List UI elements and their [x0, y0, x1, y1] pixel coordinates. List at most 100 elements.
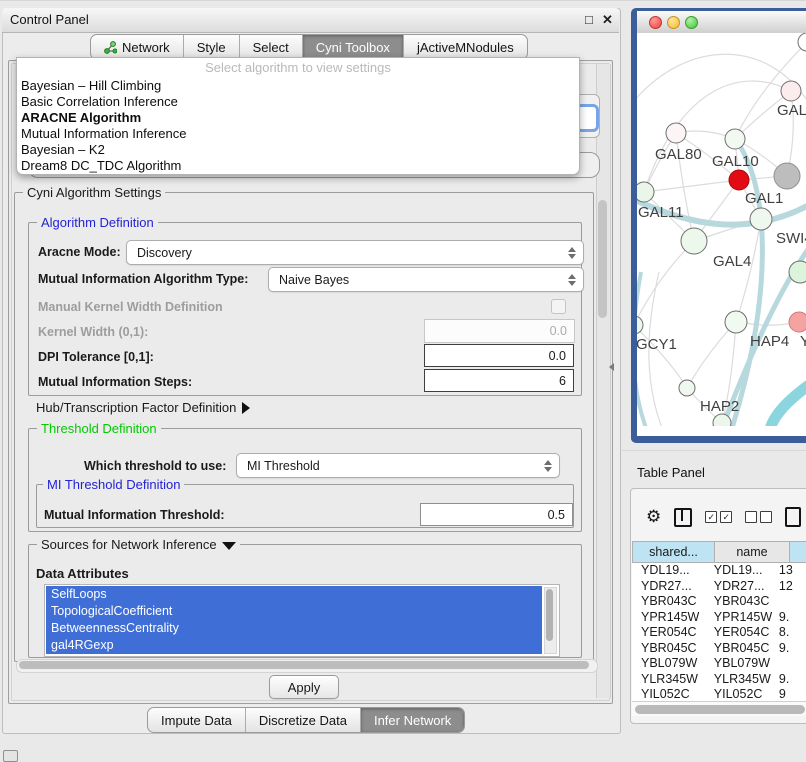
network-node-label: GCY1	[637, 336, 677, 353]
column-header-cut[interactable]	[790, 541, 806, 563]
network-canvas: GALGAL80GAL10GAL1GAL11SWI4GAL4GCY1HAP4YH…	[637, 33, 806, 426]
table-row[interactable]: YBR045CYBR045C9.	[632, 641, 806, 657]
table-cell: YDR27...	[632, 579, 705, 595]
data-attributes-label: Data Attributes	[36, 566, 129, 581]
network-node[interactable]	[679, 380, 695, 396]
dropdown-item-selected[interactable]: ARACNE Algorithm	[17, 110, 579, 126]
network-node-label: GAL11	[638, 204, 684, 221]
network-window-titlebar[interactable]	[637, 11, 806, 34]
column-header-name[interactable]: name	[715, 541, 790, 563]
dropdown-item[interactable]: Basic Correlation Inference	[17, 94, 579, 110]
columns-icon[interactable]	[674, 508, 692, 527]
splitter-collapse-arrow[interactable]	[609, 363, 614, 371]
bottom-tabbar: Impute Data Discretize Data Infer Networ…	[147, 707, 465, 733]
table-row[interactable]: YBR043CYBR043C	[632, 594, 806, 610]
dropdown-item[interactable]: Bayesian – Hill Climbing	[17, 78, 579, 94]
network-node[interactable]	[725, 311, 747, 333]
apply-button[interactable]: Apply	[269, 675, 339, 699]
table-row[interactable]: YER054CYER054C8.	[632, 625, 806, 641]
panel-divider[interactable]	[622, 450, 806, 451]
dpi-tolerance-field[interactable]: 0.0	[424, 344, 574, 367]
list-scrollbar-track[interactable]	[544, 587, 557, 654]
network-node[interactable]	[637, 182, 654, 202]
manual-kernel-checkbox[interactable]	[551, 299, 566, 314]
dropdown-item[interactable]: Mutual Information Inference	[17, 126, 579, 142]
table-cell: 9.	[773, 641, 806, 657]
table-row[interactable]: YBL079WYBL079W	[632, 656, 806, 672]
mi-steps-field[interactable]: 6	[424, 369, 574, 392]
table-row[interactable]: YDR27...YDR27...12	[632, 579, 806, 595]
table-row[interactable]: YIL052CYIL052C9	[632, 687, 806, 701]
zoom-traffic-light[interactable]	[685, 16, 698, 29]
which-threshold-combo[interactable]: MI Threshold	[236, 453, 560, 478]
mi-type-combo[interactable]: Naive Bayes	[268, 267, 584, 292]
tab-discretize-data[interactable]: Discretize Data	[246, 708, 361, 732]
attribute-item[interactable]: gal4RGexp	[46, 637, 542, 654]
deselect-all-checkboxes-icon[interactable]	[745, 511, 772, 523]
mi-threshold-field[interactable]: 0.5	[420, 503, 573, 526]
chevron-down-icon	[222, 542, 236, 550]
network-node-label: GAL1	[745, 190, 783, 207]
network-view[interactable]: GALGAL80GAL10GAL1GAL11SWI4GAL4GCY1HAP4YH…	[637, 33, 806, 426]
horizontal-scrollbar-thumb[interactable]	[19, 661, 589, 669]
sources-toggle[interactable]: Sources for Network Inference	[37, 537, 240, 552]
vertical-scrollbar-thumb[interactable]	[598, 200, 607, 318]
collapsed-panel-icon[interactable]	[3, 750, 18, 762]
aracne-mode-combo[interactable]: Discovery	[126, 240, 584, 265]
attribute-item[interactable]: TopologicalCoefficient	[46, 603, 542, 620]
attribute-item[interactable]: BetweennessCentrality	[46, 620, 542, 637]
network-node[interactable]	[798, 33, 806, 51]
table-cell: YDR27...	[705, 579, 773, 595]
table-cell: 9.	[773, 672, 806, 688]
tab-select[interactable]: Select	[240, 35, 303, 59]
list-scrollbar-thumb[interactable]	[546, 589, 553, 641]
close-window-icon[interactable]: ✕	[602, 13, 613, 27]
tab-jactivemnodules[interactable]: jActiveMNodules	[404, 35, 527, 59]
network-node[interactable]	[789, 261, 806, 283]
table-row[interactable]: YPR145WYPR145W9.	[632, 610, 806, 626]
table-row[interactable]: YDL19...YDL19...13	[632, 563, 806, 579]
network-node[interactable]	[729, 170, 749, 190]
network-node[interactable]	[774, 163, 800, 189]
table-hscrollbar-track[interactable]	[632, 701, 806, 716]
float-window-icon[interactable]: □	[585, 13, 593, 27]
gear-icon[interactable]: ⚙	[646, 507, 661, 527]
network-node[interactable]	[781, 81, 801, 101]
table-cell: 12	[773, 579, 806, 595]
network-node[interactable]	[637, 316, 643, 334]
table-cell: YIL052C	[632, 687, 705, 701]
network-node[interactable]	[789, 312, 806, 332]
table-hscrollbar-thumb[interactable]	[635, 705, 805, 714]
table-row[interactable]: YLR345WYLR345W9.	[632, 672, 806, 688]
horizontal-scrollbar-track[interactable]	[16, 659, 598, 673]
table-toolbar: ⚙ ✓✓	[632, 497, 806, 537]
desktop: Control Panel □ ✕ Network Style Select C…	[0, 0, 806, 762]
table-cell: YBR043C	[632, 594, 705, 610]
tab-network[interactable]: Network	[91, 35, 184, 59]
network-node[interactable]	[681, 228, 707, 254]
network-node[interactable]	[725, 129, 745, 149]
minimize-traffic-light[interactable]	[667, 16, 680, 29]
tab-cyni-toolbox[interactable]: Cyni Toolbox	[303, 35, 404, 59]
network-node-label: GAL	[777, 102, 806, 119]
data-attributes-list[interactable]: SelfLoops TopologicalCoefficient Between…	[44, 584, 560, 657]
hub-definition-toggle[interactable]: Hub/Transcription Factor Definition	[36, 400, 250, 415]
dropdown-item[interactable]: Bayesian – K2	[17, 142, 579, 158]
tab-style[interactable]: Style	[184, 35, 240, 59]
tab-infer-network[interactable]: Infer Network	[361, 708, 464, 732]
selected-attributes: SelfLoops TopologicalCoefficient Between…	[46, 586, 542, 654]
select-all-checkboxes-icon[interactable]: ✓✓	[705, 511, 732, 523]
network-node[interactable]	[666, 123, 686, 143]
kernel-width-field[interactable]: 0.0	[424, 319, 575, 343]
tab-impute-data[interactable]: Impute Data	[148, 708, 246, 732]
dropdown-item[interactable]: Dream8 DC_TDC Algorithm	[17, 158, 579, 174]
table-header-row: shared... name	[632, 541, 806, 563]
column-header-shared-name[interactable]: shared...	[632, 541, 715, 563]
attribute-item[interactable]: SelfLoops	[46, 586, 542, 603]
table-body: YDL19...YDL19...13YDR27...YDR27...12YBR0…	[632, 563, 806, 701]
export-table-icon[interactable]	[785, 507, 801, 527]
control-panel-titlebar[interactable]	[2, 8, 619, 33]
table-cell: YIL052C	[705, 687, 773, 701]
network-node[interactable]	[750, 208, 772, 230]
close-traffic-light[interactable]	[649, 16, 662, 29]
